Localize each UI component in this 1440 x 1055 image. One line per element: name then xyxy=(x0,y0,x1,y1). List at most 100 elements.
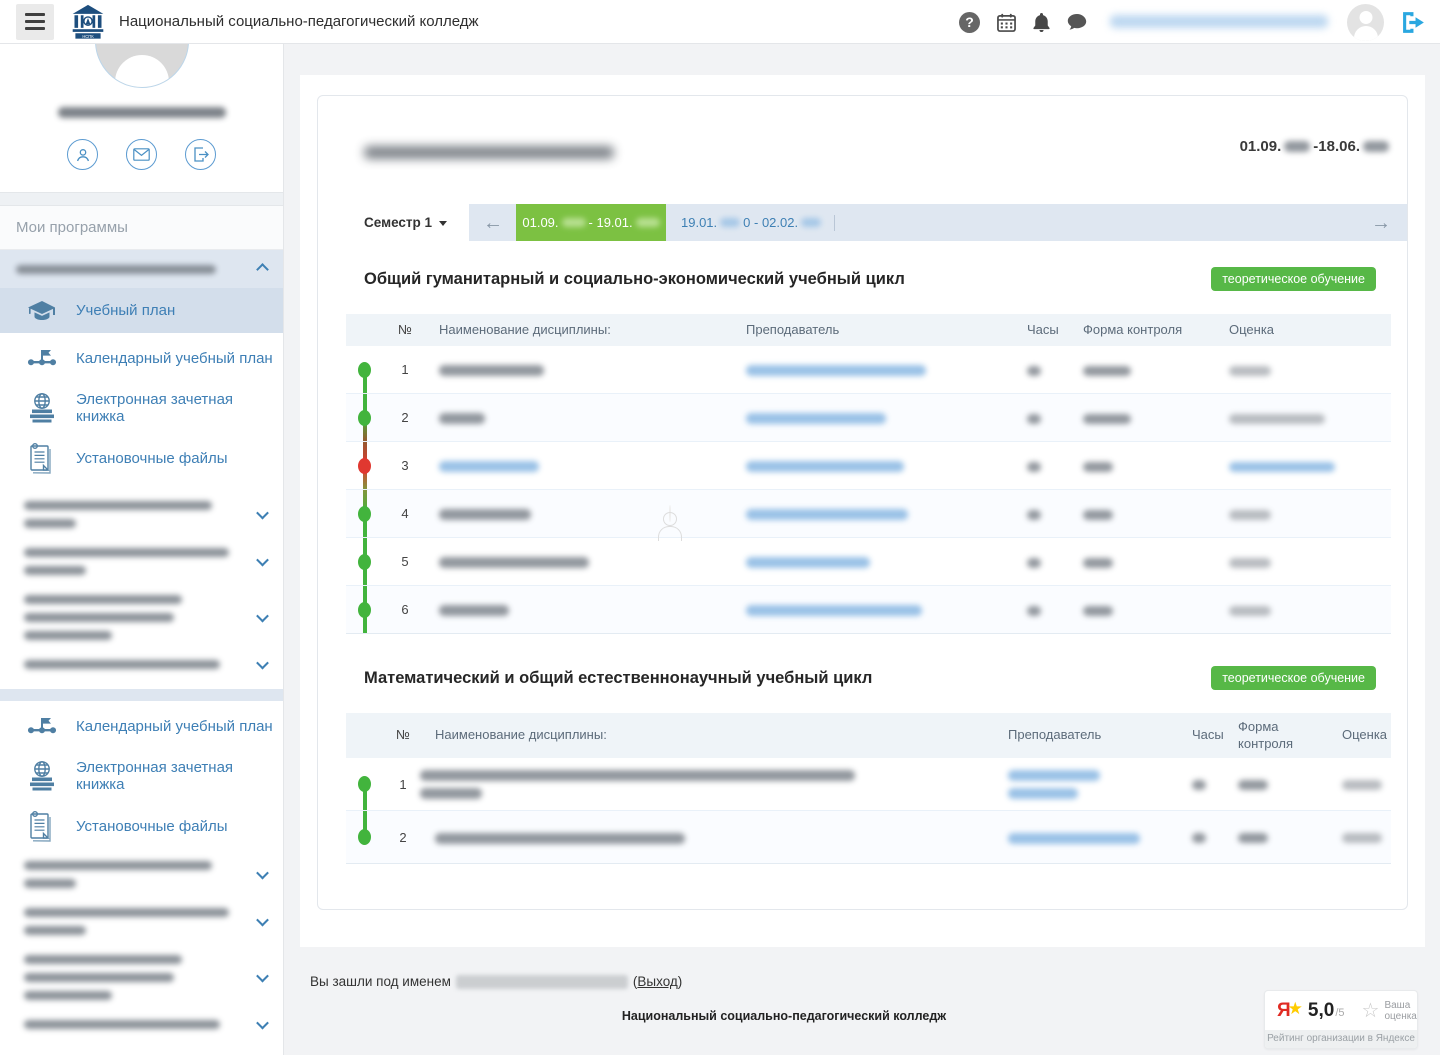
semester-dropdown[interactable]: Семестр 1 xyxy=(318,204,469,241)
semester-label: Семестр 1 xyxy=(364,215,432,230)
sidebar-item-gradebook[interactable]: Электронная зачетная книжка xyxy=(0,383,283,433)
sidebar-item-curriculum[interactable]: Учебный план xyxy=(0,288,283,333)
col-grade: Оценка xyxy=(1211,322,1391,338)
hours-value-redacted xyxy=(1174,777,1230,792)
sidebar-program-collapsed[interactable] xyxy=(0,650,283,679)
sidebar-program-collapsed[interactable] xyxy=(0,1010,283,1039)
logout-link[interactable]: Выход xyxy=(637,974,677,989)
profile-icon[interactable] xyxy=(67,139,98,170)
sidebar-program-expanded[interactable] xyxy=(0,250,283,288)
program-title-redacted xyxy=(364,144,614,162)
teacher-link-redacted[interactable] xyxy=(996,762,1174,807)
row-number: 3 xyxy=(386,458,424,473)
notifications-icon[interactable] xyxy=(1033,13,1050,32)
section-title: Математический и общий естественнонаучны… xyxy=(364,669,872,688)
table-row: 5 xyxy=(346,537,1391,585)
row-number: 6 xyxy=(386,602,424,617)
gradebook-icon xyxy=(24,759,60,793)
sidebar-program-collapsed[interactable] xyxy=(0,585,283,650)
sidebar-item-gradebook[interactable]: Электронная зачетная книжка xyxy=(0,751,283,801)
prev-period-arrow-icon[interactable] xyxy=(483,213,503,233)
period-tab-active[interactable]: 01.09. - 19.01. xyxy=(516,204,666,241)
chevron-down-icon xyxy=(256,867,269,880)
control-form-redacted xyxy=(1065,410,1211,425)
section-header: Общий гуманитарный и социально-экономиче… xyxy=(318,267,1407,291)
signed-in-line: Вы зашли под именем (Выход) xyxy=(310,974,682,989)
setup-files-icon xyxy=(24,441,60,475)
hours-value-redacted xyxy=(1009,458,1065,473)
sidebar-item-label: Календарный учебный план xyxy=(76,718,273,735)
sidebar-item-calendar-plan[interactable]: Календарный учебный план xyxy=(0,701,283,751)
sidebar-item-setup-files[interactable]: Установочные файлы xyxy=(0,433,283,483)
teacher-link-redacted[interactable] xyxy=(729,458,1009,473)
semester-tab-bar: Семестр 1 01.09. - 19.01. 19.01.0 - 02.0… xyxy=(318,204,1407,241)
control-form-redacted xyxy=(1065,602,1211,617)
user-avatar[interactable] xyxy=(1347,4,1384,41)
college-logo: НСПК xyxy=(70,4,106,40)
top-right-actions: ? xyxy=(959,0,1428,44)
sidebar-user-name-redacted xyxy=(0,104,283,122)
my-programs-label: Мои программы xyxy=(0,206,283,250)
logout-icon[interactable] xyxy=(1401,10,1428,35)
timeline-marker-green xyxy=(346,346,386,393)
star-outline-icon[interactable]: ☆ xyxy=(1362,1001,1380,1021)
calendar-plan-icon xyxy=(24,709,60,743)
user-name-redacted[interactable] xyxy=(1110,13,1328,31)
teacher-link-redacted[interactable] xyxy=(729,602,1009,617)
row-number: 1 xyxy=(386,362,424,377)
sidebar-item-label: Календарный учебный план xyxy=(76,350,273,367)
sidebar-program-collapsed[interactable] xyxy=(0,491,283,538)
teacher-link-redacted[interactable] xyxy=(996,830,1174,845)
disciplines-table: № Наименование дисциплины: Преподаватель… xyxy=(346,713,1391,864)
page: НСПК Национальный социально-педагогическ… xyxy=(0,0,1440,1055)
timeline-marker-green xyxy=(346,490,386,537)
calendar-icon[interactable] xyxy=(997,13,1016,32)
discipline-name-redacted xyxy=(424,602,669,617)
chevron-down-icon xyxy=(256,657,269,670)
grade-link-redacted[interactable] xyxy=(1211,458,1391,473)
sidebar-item-setup-files[interactable]: Установочные файлы xyxy=(0,801,283,851)
sidebar-item-calendar-plan[interactable]: Календарный учебный план xyxy=(0,333,283,383)
menu-icon[interactable] xyxy=(16,4,54,40)
col-discipline: Наименование дисциплины: xyxy=(420,727,940,743)
card-header: 01.09.-18.06. xyxy=(318,96,1407,204)
period-tab[interactable]: 19.01.0 - 02.02. xyxy=(681,215,821,230)
exit-icon[interactable] xyxy=(185,139,216,170)
section-header: Математический и общий естественнонаучны… xyxy=(318,666,1407,690)
teacher-link-redacted[interactable] xyxy=(729,410,1009,425)
sidebar-item-label: Электронная зачетная книжка xyxy=(76,759,283,793)
sidebar-item-label: Установочные файлы xyxy=(76,450,228,467)
sidebar-program-collapsed[interactable] xyxy=(0,945,283,1010)
gradebook-icon xyxy=(24,391,60,425)
rating-max: /5 xyxy=(1335,1007,1344,1019)
sidebar-program-collapsed[interactable] xyxy=(0,851,283,898)
row-number: 5 xyxy=(386,554,424,569)
col-hours: Часы xyxy=(1009,322,1065,338)
teacher-link-redacted[interactable] xyxy=(729,506,1009,521)
timeline-marker-green xyxy=(346,394,386,441)
sidebar-program-expanded[interactable] xyxy=(0,689,283,701)
timeline-marker-green xyxy=(346,811,386,863)
table-row: 4 xyxy=(346,489,1391,537)
teacher-link-redacted[interactable] xyxy=(729,554,1009,569)
mail-icon[interactable] xyxy=(126,139,157,170)
discipline-name-redacted xyxy=(424,410,669,425)
row-number: 2 xyxy=(386,410,424,425)
sidebar-avatar[interactable] xyxy=(0,44,283,90)
discipline-name-redacted xyxy=(420,830,940,845)
your-rating-label[interactable]: Ваша оценка xyxy=(1384,1000,1416,1023)
help-icon[interactable]: ? xyxy=(959,12,980,33)
content-panel: 01.09.-18.06. Семестр 1 01.09. - 19.01. xyxy=(300,75,1425,947)
signed-in-prefix: Вы зашли под именем xyxy=(310,974,451,989)
hours-value-redacted xyxy=(1009,506,1065,521)
hours-value-redacted xyxy=(1009,602,1065,617)
next-period-arrow-icon[interactable] xyxy=(1371,213,1391,233)
teacher-link-redacted[interactable] xyxy=(729,362,1009,377)
sidebar-program-collapsed[interactable] xyxy=(0,538,283,585)
discipline-link-redacted[interactable] xyxy=(424,458,669,473)
chevron-down-icon xyxy=(256,914,269,927)
tab-divider xyxy=(834,215,835,231)
messages-icon[interactable] xyxy=(1067,13,1087,31)
sidebar-program-collapsed[interactable] xyxy=(0,898,283,945)
timeline-marker-green xyxy=(346,586,386,633)
